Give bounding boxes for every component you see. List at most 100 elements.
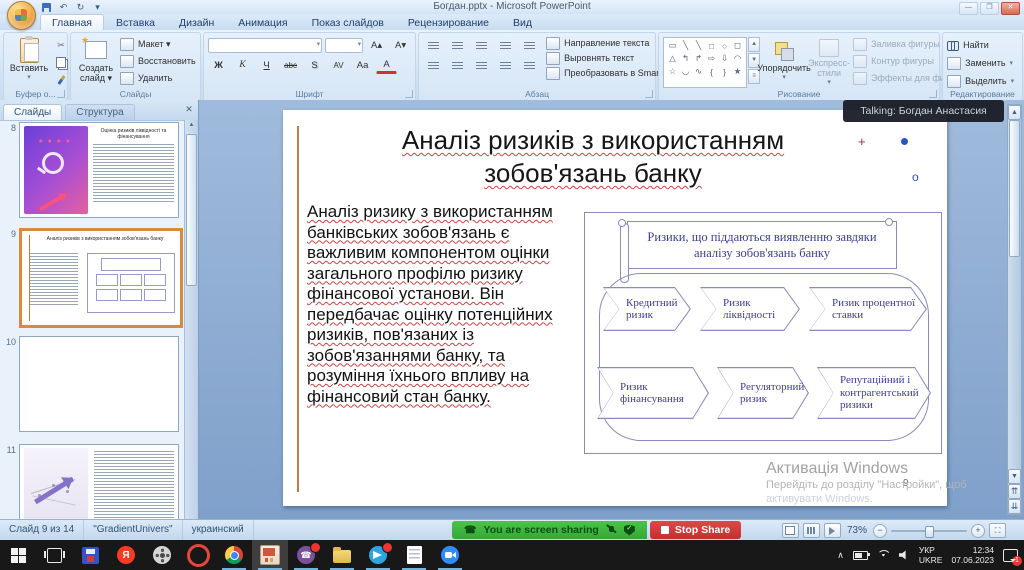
tab-insert[interactable]: Вставка bbox=[104, 14, 167, 30]
paragraph-dialog-launcher[interactable] bbox=[645, 90, 653, 98]
chevron-credit-risk[interactable]: Кредитний ризик bbox=[603, 287, 691, 331]
numbering-button[interactable] bbox=[447, 38, 468, 54]
zoom-in-button[interactable]: + bbox=[971, 524, 985, 538]
panel-close-icon[interactable]: ✕ bbox=[183, 103, 195, 115]
qat-customize-icon[interactable]: ▾ bbox=[91, 1, 104, 13]
tab-home[interactable]: Главная bbox=[40, 14, 104, 30]
chevron-funding-risk[interactable]: Ризик фінансування bbox=[597, 367, 709, 419]
tab-design[interactable]: Дизайн bbox=[167, 14, 226, 30]
font-name-combo[interactable] bbox=[208, 38, 322, 53]
tray-expand-icon[interactable]: ∧ bbox=[837, 550, 844, 561]
slideshow-button[interactable] bbox=[824, 523, 841, 538]
minimize-button[interactable]: — bbox=[959, 2, 978, 15]
character-spacing-button[interactable]: AV bbox=[328, 57, 349, 73]
redo-icon[interactable]: ↻ bbox=[74, 1, 87, 13]
clipboard-dialog-launcher[interactable] bbox=[57, 90, 65, 98]
italic-button[interactable]: К bbox=[232, 57, 253, 73]
wifi-icon[interactable] bbox=[877, 550, 890, 560]
chevron-reputation-risk[interactable]: Репутаційний і контрагентський ризики bbox=[817, 367, 931, 419]
diagram-banner-scroll[interactable]: Ризики, що піддаються виявленню завдяки … bbox=[627, 221, 897, 269]
convert-smartart-button[interactable]: Преобразовать в SmartArt bbox=[546, 67, 673, 80]
shrink-font-button[interactable]: А▾ bbox=[390, 37, 411, 53]
close-button[interactable]: ✕ bbox=[1001, 2, 1020, 15]
maximize-button[interactable]: ❐ bbox=[980, 2, 999, 15]
line-spacing-button[interactable] bbox=[519, 38, 540, 54]
align-center-button[interactable] bbox=[447, 58, 468, 74]
tab-slideshow[interactable]: Показ слайдов bbox=[300, 14, 396, 30]
quick-styles-button[interactable]: Экспресс-стили ▾ bbox=[808, 35, 850, 88]
risk-diagram[interactable]: Ризики, що піддаються виявленню завдяки … bbox=[584, 212, 942, 454]
align-left-button[interactable] bbox=[423, 58, 444, 74]
zoom-slider-thumb[interactable] bbox=[925, 526, 934, 538]
file-explorer-icon[interactable] bbox=[324, 540, 360, 570]
disk-app-icon[interactable] bbox=[72, 540, 108, 570]
shapes-scroll-up-icon[interactable]: ▲ bbox=[748, 37, 760, 52]
drawing-dialog-launcher[interactable] bbox=[929, 90, 937, 98]
yandex-browser-icon[interactable]: Я bbox=[108, 540, 144, 570]
slide-title[interactable]: Аналіз ризиків з використанням зобов'яза… bbox=[343, 124, 843, 190]
tab-animation[interactable]: Анимация bbox=[226, 14, 299, 30]
format-painter-icon[interactable] bbox=[53, 72, 69, 87]
align-text-button[interactable]: Выровнять текст bbox=[546, 52, 673, 65]
mic-muted-icon[interactable] bbox=[606, 525, 617, 536]
bold-button[interactable]: Ж bbox=[208, 57, 229, 73]
powerpoint-icon[interactable] bbox=[252, 540, 288, 570]
chevron-liquidity-risk[interactable]: Ризик ліквідності bbox=[700, 287, 800, 331]
panel-tab-slides[interactable]: Слайды bbox=[3, 104, 62, 120]
chevron-regulatory-risk[interactable]: Регуляторний ризик bbox=[717, 367, 809, 419]
delete-slide-button[interactable]: Удалить bbox=[120, 72, 196, 85]
tab-view[interactable]: Вид bbox=[501, 14, 544, 30]
slide-body-text[interactable]: Аналіз ризику з використанням банківськи… bbox=[307, 202, 583, 407]
fit-to-window-button[interactable]: ⛶ bbox=[989, 523, 1006, 538]
columns-button[interactable] bbox=[519, 58, 540, 74]
align-right-button[interactable] bbox=[471, 58, 492, 74]
font-dialog-launcher[interactable] bbox=[405, 90, 413, 98]
word-document-icon[interactable] bbox=[396, 540, 432, 570]
zoom-slider[interactable] bbox=[891, 530, 967, 532]
scrollbar-thumb[interactable] bbox=[1009, 120, 1020, 257]
change-case-button[interactable]: Аа bbox=[352, 57, 373, 73]
task-view-button[interactable] bbox=[36, 540, 72, 570]
find-button[interactable]: Найти bbox=[947, 39, 1014, 52]
bullets-button[interactable] bbox=[423, 38, 444, 54]
increase-indent-button[interactable] bbox=[495, 38, 516, 54]
arrange-button[interactable]: Упорядочить ▾ bbox=[763, 35, 805, 88]
chevron-interest-rate-risk[interactable]: Ризик процентної ставки bbox=[809, 287, 927, 331]
paste-button[interactable]: Вставить ▾ bbox=[8, 35, 50, 88]
text-direction-button[interactable]: Направление текста bbox=[546, 37, 673, 50]
scroll-down-icon[interactable]: ▼ bbox=[1008, 469, 1021, 484]
layout-button[interactable]: Макет ▾ bbox=[120, 38, 196, 51]
text-shadow-button[interactable]: S bbox=[304, 57, 325, 73]
undo-icon[interactable]: ↶ bbox=[57, 1, 70, 13]
zoom-app-icon[interactable] bbox=[432, 540, 468, 570]
slide-thumbnail-9[interactable]: 9 Аналіз ризиків з використанням зобов'я… bbox=[2, 228, 183, 328]
font-color-button[interactable]: А bbox=[376, 56, 397, 74]
next-slide-icon[interactable]: ⇊ bbox=[1008, 499, 1021, 514]
panel-scrollbar[interactable]: ▲ bbox=[184, 120, 198, 519]
grow-font-button[interactable]: А▴ bbox=[366, 37, 387, 53]
battery-icon[interactable] bbox=[853, 551, 868, 560]
slide-sorter-button[interactable] bbox=[803, 523, 820, 538]
vertical-scrollbar[interactable]: ▲ ▼ ⇈ ⇊ bbox=[1007, 104, 1022, 515]
previous-slide-icon[interactable]: ⇈ bbox=[1008, 484, 1021, 499]
slide-thumbnail-8[interactable]: 8 ★ ★ ★ ★ Оцінка ризиків ліквідності та … bbox=[2, 122, 179, 218]
slide-thumbnail-10[interactable]: 10 bbox=[2, 336, 179, 432]
speaker-icon[interactable] bbox=[899, 550, 910, 560]
media-player-icon[interactable] bbox=[144, 540, 180, 570]
opera-icon[interactable] bbox=[180, 540, 216, 570]
clock[interactable]: 12:34 07.06.2023 bbox=[951, 545, 994, 565]
replace-button[interactable]: Заменить▾ bbox=[947, 57, 1014, 70]
chrome-icon[interactable] bbox=[216, 540, 252, 570]
normal-view-button[interactable] bbox=[782, 523, 799, 538]
strikethrough-button[interactable]: abc bbox=[280, 57, 301, 73]
justify-button[interactable] bbox=[495, 58, 516, 74]
viber-icon[interactable]: ☎ bbox=[288, 540, 324, 570]
decrease-indent-button[interactable] bbox=[471, 38, 492, 54]
shapes-gallery[interactable]: ▭╲╲□○◻ △↰↱⇨⇩◠ ☆◡∿{}★ bbox=[663, 37, 747, 88]
reset-button[interactable]: Восстановить bbox=[120, 55, 196, 68]
stop-share-button[interactable]: Stop Share bbox=[650, 521, 741, 539]
telegram-icon[interactable] bbox=[360, 540, 396, 570]
zoom-out-button[interactable]: − bbox=[873, 524, 887, 538]
select-button[interactable]: Выделить▾ bbox=[947, 75, 1014, 88]
scroll-up-icon[interactable]: ▲ bbox=[1008, 105, 1021, 120]
